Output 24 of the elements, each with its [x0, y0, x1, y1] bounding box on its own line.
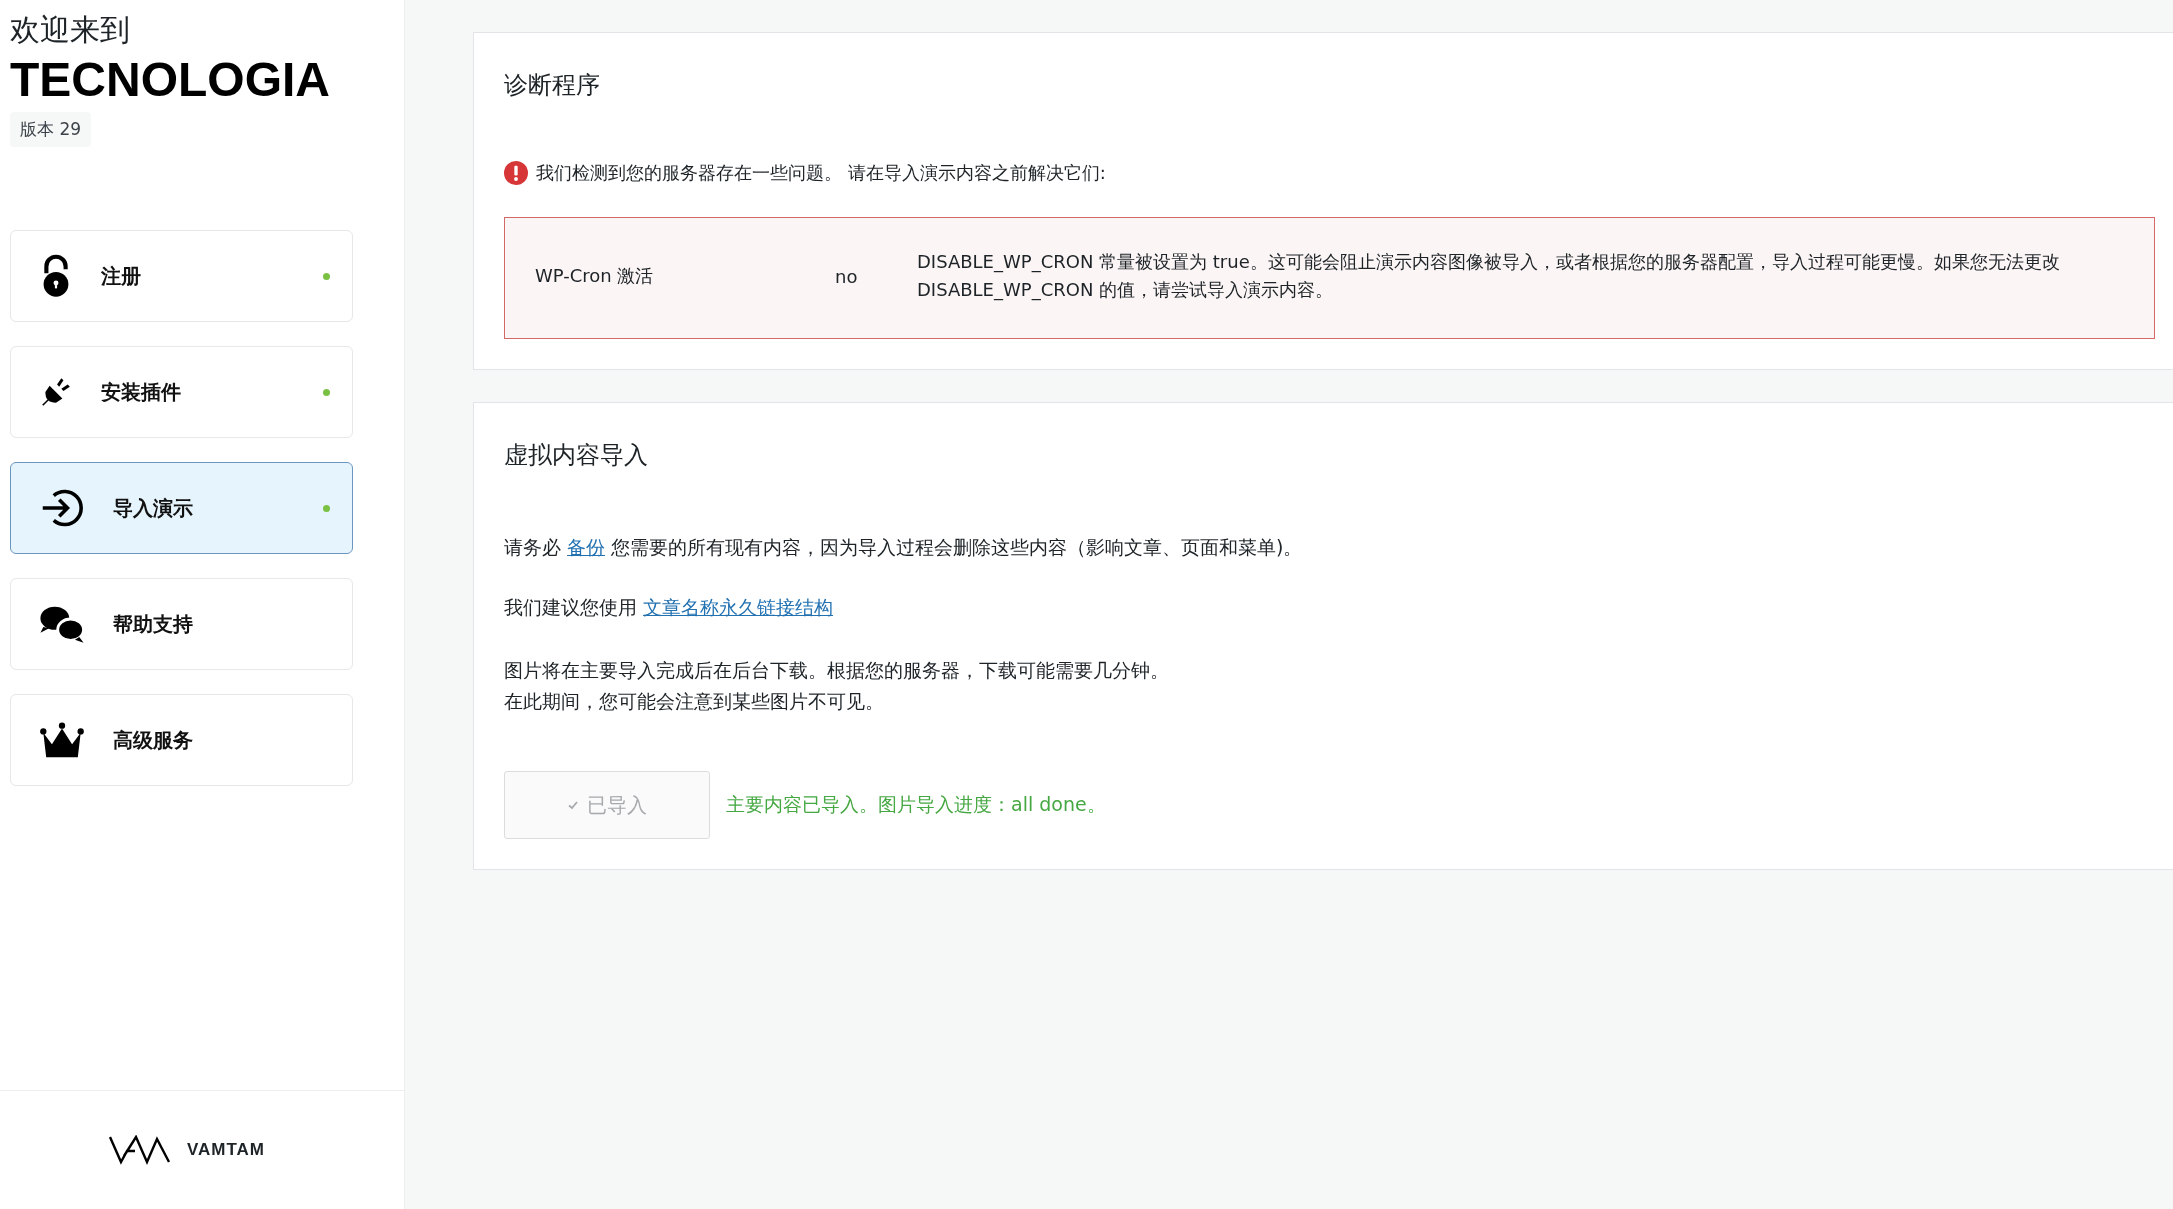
backup-text: 请务必 备份 您需要的所有现有内容，因为导入过程会删除这些内容（影响文章、页面和菜单)。	[504, 535, 1304, 560]
theme-name: TECNOLOGIA	[10, 52, 331, 108]
image-note-text: 在此期间，您可能会注意到某些图片不可见。	[504, 689, 885, 714]
issue-description: DISABLE_WP_CRON 常量被设置为 true。这可能会阻止演示内容图像被导入，或者根据您的服务器配置，导入过程可能更慢。如果您无法更改 DISABLE_WP_CRON 的值，请尝试导入演示内容。	[917, 250, 2061, 303]
permalink-text: 我们建议您使用 文章名称永久链接结构	[504, 595, 835, 620]
sidebar-item[interactable]: 高级服务	[10, 694, 353, 786]
sidebar-item[interactable]: 导入演示	[10, 462, 353, 554]
sidebar-item[interactable]: 注册	[10, 230, 353, 322]
sidebar-item[interactable]: 帮助支持	[10, 578, 353, 670]
issue-name: WP-Cron 激活	[535, 264, 655, 288]
backup-link[interactable]: 备份	[567, 536, 606, 558]
welcome-text: 欢迎来到	[10, 11, 131, 49]
panel-title: 虚拟内容导入	[504, 440, 649, 471]
import-status: 主要内容已导入。图片导入进度：all done。	[726, 792, 1106, 817]
panel-title: 诊断程序	[504, 70, 601, 101]
warning-text: 我们检测到您的服务器存在一些问题。 请在导入演示内容之前解决它们:	[536, 161, 1106, 185]
error-icon	[504, 161, 528, 185]
logo-text: VAMTAM	[186, 1140, 266, 1160]
issue-value: no	[835, 265, 859, 287]
version-badge: 版本 29	[10, 112, 92, 147]
check-icon	[567, 799, 579, 811]
sidebar-item[interactable]: 安装插件	[10, 346, 353, 438]
image-note-text: 图片将在主要导入完成后在后台下载。根据您的服务器，下载可能需要几分钟。	[504, 658, 1170, 683]
permalink-link[interactable]: 文章名称永久链接结构	[643, 596, 834, 618]
